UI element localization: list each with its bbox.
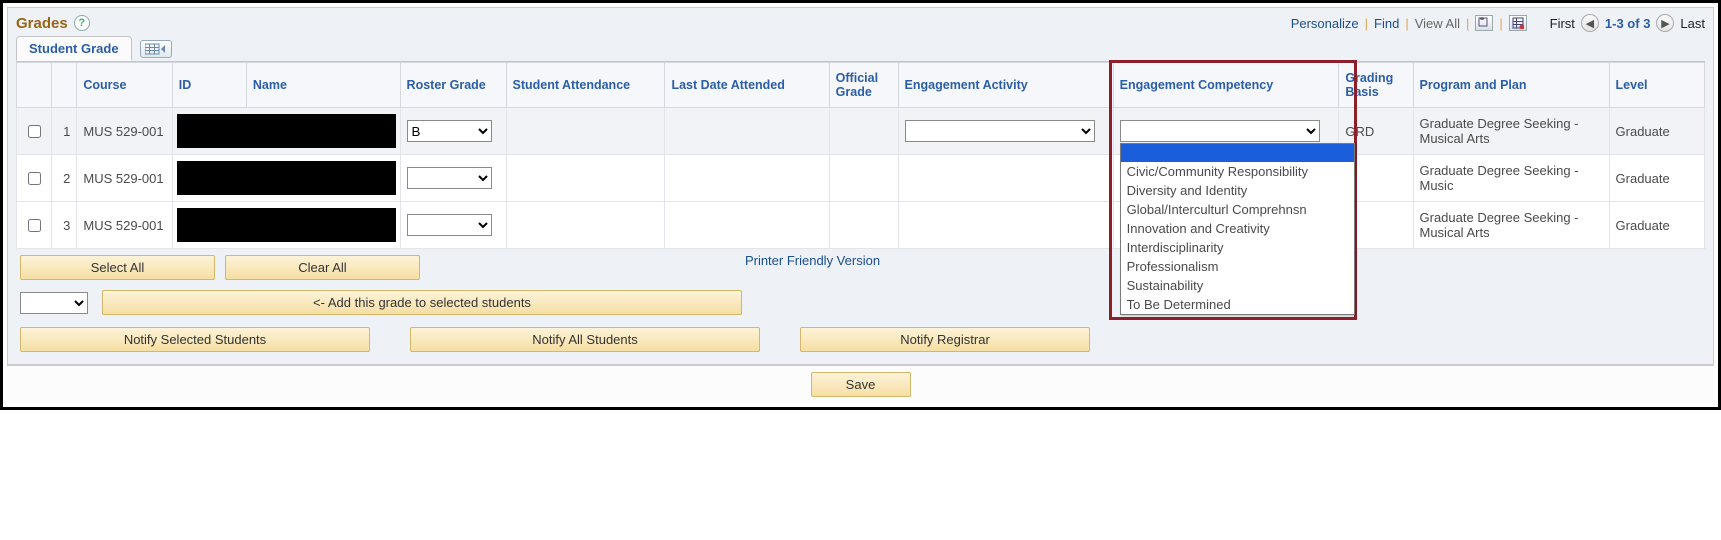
personalize-link[interactable]: Personalize xyxy=(1291,16,1359,31)
cell-official xyxy=(829,202,898,249)
redacted-id-name xyxy=(177,208,396,242)
cell-attendance xyxy=(506,155,665,202)
table-row: 2MUS 529-001 Graduate Degree Seeking - Mu… xyxy=(17,155,1705,202)
col-level: Level xyxy=(1609,63,1704,108)
engagement-competency-select[interactable] xyxy=(1120,120,1320,142)
dropdown-option[interactable]: Civic/Community Responsibility xyxy=(1121,162,1354,181)
first-label: First xyxy=(1550,16,1575,31)
col-id: ID xyxy=(172,63,246,108)
col-select xyxy=(17,63,52,108)
roster-grade-select[interactable]: B xyxy=(407,120,492,142)
redacted-id-name xyxy=(177,114,396,148)
cell-lastdate xyxy=(665,155,829,202)
prev-icon[interactable]: ◀ xyxy=(1581,14,1599,32)
col-basis: Grading Basis xyxy=(1339,63,1413,108)
col-rownum xyxy=(51,63,76,108)
view-all-link[interactable]: View All xyxy=(1415,16,1460,31)
dropdown-option[interactable]: Professionalism xyxy=(1121,257,1354,276)
cell-plan: Graduate Degree Seeking - Musical Arts xyxy=(1413,202,1609,249)
cell-plan: Graduate Degree Seeking - Music xyxy=(1413,155,1609,202)
table-row: 1MUS 529-001BGRDGraduate Degree Seeking … xyxy=(17,108,1705,155)
show-all-columns-icon[interactable] xyxy=(140,40,172,58)
engagement-activity-select[interactable] xyxy=(905,120,1095,142)
dropdown-option[interactable]: Sustainability xyxy=(1121,276,1354,295)
download-icon[interactable] xyxy=(1509,15,1527,31)
cell-lastdate xyxy=(665,202,829,249)
cell-official xyxy=(829,108,898,155)
col-name: Name xyxy=(246,63,400,108)
redacted-id-name xyxy=(177,161,396,195)
save-button[interactable]: Save xyxy=(811,372,911,397)
table-row: 3MUS 529-001 Graduate Degree Seeking - Mu… xyxy=(17,202,1705,249)
cell-level: Graduate xyxy=(1609,202,1704,249)
notify-all-button[interactable]: Notify All Students xyxy=(410,327,760,352)
add-grade-button[interactable]: <- Add this grade to selected students xyxy=(102,290,742,315)
row-number: 3 xyxy=(51,202,76,249)
cell-attendance xyxy=(506,202,665,249)
grid-toolbar: Personalize | Find | View All | | First … xyxy=(1291,14,1705,32)
cell-attendance xyxy=(506,108,665,155)
cell-course: MUS 529-001 xyxy=(77,108,172,155)
cell-level: Graduate xyxy=(1609,155,1704,202)
dropdown-option[interactable]: Interdisciplinarity xyxy=(1121,238,1354,257)
page-title: Grades xyxy=(16,15,68,32)
roster-grade-select[interactable] xyxy=(407,167,492,189)
cell-plan: Graduate Degree Seeking - Musical Arts xyxy=(1413,108,1609,155)
row-checkbox[interactable] xyxy=(28,172,41,185)
col-attendance: Student Attendance xyxy=(506,63,665,108)
col-engact: Engagement Activity xyxy=(898,63,1113,108)
cell-course: MUS 529-001 xyxy=(77,155,172,202)
col-plan: Program and Plan xyxy=(1413,63,1609,108)
last-label: Last xyxy=(1680,16,1705,31)
find-link[interactable]: Find xyxy=(1374,16,1399,31)
cell-official xyxy=(829,155,898,202)
bulk-grade-select[interactable] xyxy=(20,292,88,314)
zoom-icon[interactable] xyxy=(1475,15,1493,31)
row-number: 1 xyxy=(51,108,76,155)
notify-registrar-button[interactable]: Notify Registrar xyxy=(800,327,1090,352)
help-icon[interactable]: ? xyxy=(74,15,90,31)
tab-student-grade[interactable]: Student Grade xyxy=(16,36,132,61)
next-icon[interactable]: ▶ xyxy=(1656,14,1674,32)
grades-table: Course ID Name Roster Grade Student Atte… xyxy=(16,62,1705,249)
cell-course: MUS 529-001 xyxy=(77,202,172,249)
printer-friendly-link[interactable]: Printer Friendly Version xyxy=(745,253,880,268)
dropdown-option[interactable]: Innovation and Creativity xyxy=(1121,219,1354,238)
col-lastdate: Last Date Attended xyxy=(665,63,829,108)
notify-selected-button[interactable]: Notify Selected Students xyxy=(20,327,370,352)
cell-level: Graduate xyxy=(1609,108,1704,155)
col-roster: Roster Grade xyxy=(400,63,506,108)
col-engcomp: Engagement Competency xyxy=(1113,63,1339,108)
col-official: Official Grade xyxy=(829,63,898,108)
dropdown-option[interactable]: Global/Interculturl Comprehnsn xyxy=(1121,200,1354,219)
cell-lastdate xyxy=(665,108,829,155)
roster-grade-select[interactable] xyxy=(407,214,492,236)
row-number: 2 xyxy=(51,155,76,202)
engagement-competency-dropdown[interactable]: Civic/Community ResponsibilityDiversity … xyxy=(1120,143,1355,315)
dropdown-option-blank[interactable] xyxy=(1121,144,1354,162)
row-range: 1-3 of 3 xyxy=(1605,16,1651,31)
row-checkbox[interactable] xyxy=(28,125,41,138)
select-all-button[interactable]: Select All xyxy=(20,255,215,280)
clear-all-button[interactable]: Clear All xyxy=(225,255,420,280)
col-course: Course xyxy=(77,63,172,108)
dropdown-option[interactable]: Diversity and Identity xyxy=(1121,181,1354,200)
dropdown-option[interactable]: To Be Determined xyxy=(1121,295,1354,314)
row-checkbox[interactable] xyxy=(28,219,41,232)
